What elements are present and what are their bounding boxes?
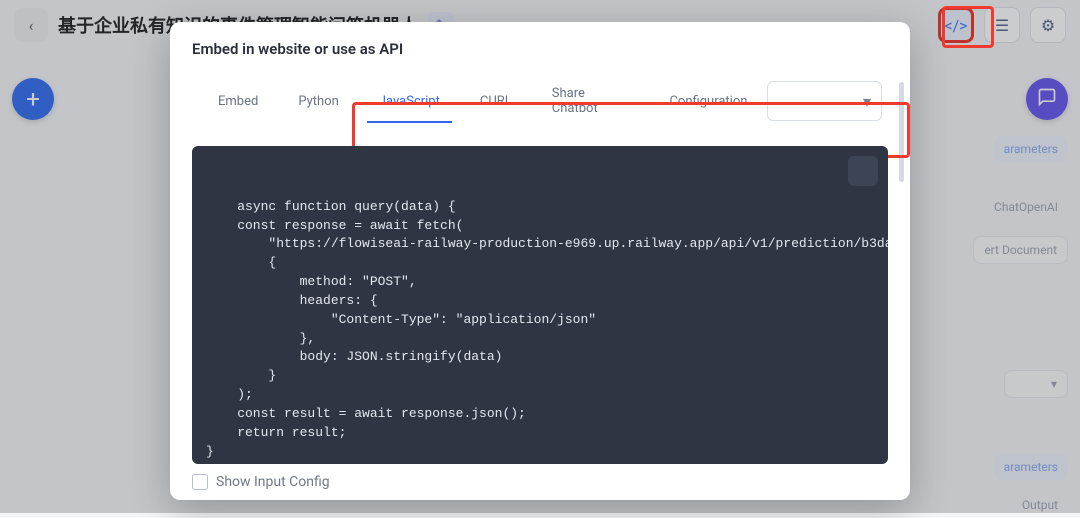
credential-select[interactable]: ▾ xyxy=(767,81,882,121)
tab-javascript[interactable]: JavaScript xyxy=(359,80,460,123)
code-snippet-box[interactable]: async function query(data) { const respo… xyxy=(192,146,888,464)
modal-title: Embed in website or use as API xyxy=(192,40,888,58)
tab-python[interactable]: Python xyxy=(278,80,358,123)
tab-embed[interactable]: Embed xyxy=(198,80,278,123)
tab-share-chatbot[interactable]: Share Chatbot xyxy=(532,72,650,130)
modal-tabs-row: Embed Python JavaScript CURL Share Chatb… xyxy=(192,72,888,130)
copy-code-button[interactable] xyxy=(848,156,878,186)
copy-icon xyxy=(824,146,888,201)
code-text: async function query(data) { const respo… xyxy=(206,199,888,464)
show-input-config-label: Show Input Config xyxy=(216,474,330,490)
show-input-config-row[interactable]: Show Input Config xyxy=(192,474,888,490)
chevron-down-icon: ▾ xyxy=(863,92,871,111)
show-input-config-checkbox[interactable] xyxy=(192,474,208,490)
tab-curl[interactable]: CURL xyxy=(460,80,532,123)
tab-configuration[interactable]: Configuration xyxy=(649,80,767,123)
embed-api-modal: Embed in website or use as API Embed Pyt… xyxy=(170,22,910,500)
modal-scrollbar[interactable] xyxy=(899,82,904,182)
